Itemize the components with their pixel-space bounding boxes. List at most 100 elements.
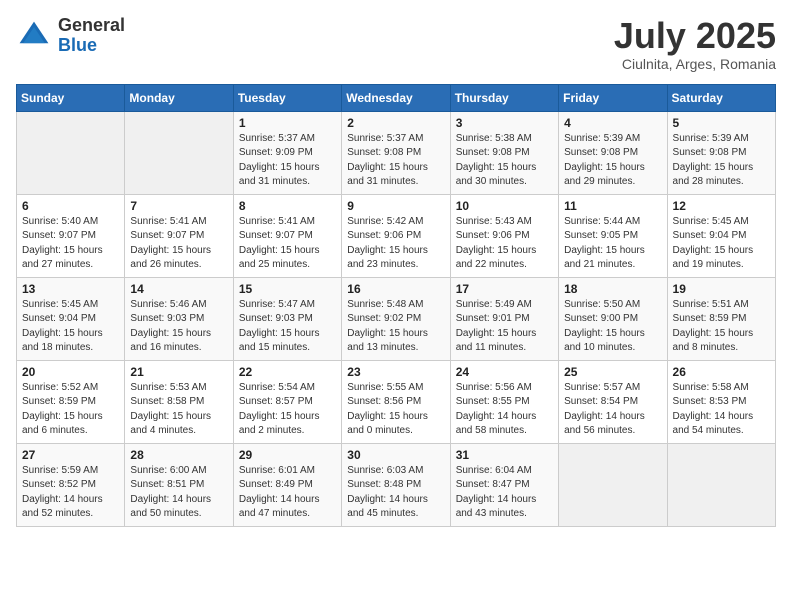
day-number: 14	[130, 282, 227, 296]
day-number: 16	[347, 282, 444, 296]
logo: General Blue	[16, 16, 125, 56]
day-number: 10	[456, 199, 553, 213]
calendar-cell: 2 Sunrise: 5:37 AM Sunset: 9:08 PM Daylig…	[342, 111, 450, 194]
calendar-cell: 19Sunrise: 5:51 AM Sunset: 8:59 PM Dayli…	[667, 277, 775, 360]
day-info: Sunrise: 5:39 AM Sunset: 9:08 PM Dayligh…	[564, 132, 661, 190]
location-subtitle: Ciulnita, Arges, Romania	[614, 56, 776, 72]
calendar-cell: 14 Sunrise: 5:46 AM Sunset: 9:03 PM Dayli…	[125, 277, 233, 360]
day-number: 11	[564, 199, 661, 213]
day-number: 21	[130, 365, 227, 379]
day-info: Sunrise: 5:44 AM Sunset: 9:05 PM Dayligh…	[564, 215, 661, 273]
day-number: 20	[22, 365, 119, 379]
day-info: Sunrise: 5:54 AM Sunset: 8:57 PM Dayligh…	[239, 381, 336, 439]
day-number: 17	[456, 282, 553, 296]
calendar-cell: 29Sunrise: 6:01 AM Sunset: 8:49 PM Dayli…	[233, 443, 341, 526]
calendar-week-row: 20 Sunrise: 5:52 AM Sunset: 8:59 PM Dayli…	[17, 360, 776, 443]
day-info: Sunrise: 5:45 AM Sunset: 9:04 PM Dayligh…	[22, 298, 119, 356]
day-number: 13	[22, 282, 119, 296]
day-number: 24	[456, 365, 553, 379]
calendar-week-row: 1 Sunrise: 5:37 AM Sunset: 9:09 PM Daylig…	[17, 111, 776, 194]
day-of-week-header: Saturday	[667, 84, 775, 111]
day-info: Sunrise: 5:43 AM Sunset: 9:06 PM Dayligh…	[456, 215, 553, 273]
day-number: 23	[347, 365, 444, 379]
calendar-week-row: 6 Sunrise: 5:40 AM Sunset: 9:07 PM Daylig…	[17, 194, 776, 277]
calendar-table: SundayMondayTuesdayWednesdayThursdayFrid…	[16, 84, 776, 527]
page-header: General Blue July 2025 Ciulnita, Arges, …	[16, 16, 776, 72]
calendar-cell: 9 Sunrise: 5:42 AM Sunset: 9:06 PM Daylig…	[342, 194, 450, 277]
day-number: 31	[456, 448, 553, 462]
day-info: Sunrise: 5:50 AM Sunset: 9:00 PM Dayligh…	[564, 298, 661, 356]
day-info: Sunrise: 5:41 AM Sunset: 9:07 PM Dayligh…	[239, 215, 336, 273]
day-number: 29	[239, 448, 336, 462]
day-number: 5	[673, 116, 770, 130]
day-number: 6	[22, 199, 119, 213]
day-of-week-header: Thursday	[450, 84, 558, 111]
calendar-cell: 12 Sunrise: 5:45 AM Sunset: 9:04 PM Dayli…	[667, 194, 775, 277]
day-number: 19	[673, 282, 770, 296]
day-info: Sunrise: 6:03 AM Sunset: 8:48 PM Dayligh…	[347, 464, 444, 522]
day-info: Sunrise: 5:47 AM Sunset: 9:03 PM Dayligh…	[239, 298, 336, 356]
day-info: Sunrise: 5:52 AM Sunset: 8:59 PM Dayligh…	[22, 381, 119, 439]
calendar-cell: 7 Sunrise: 5:41 AM Sunset: 9:07 PM Daylig…	[125, 194, 233, 277]
day-number: 12	[673, 199, 770, 213]
day-info: Sunrise: 6:00 AM Sunset: 8:51 PM Dayligh…	[130, 464, 227, 522]
day-number: 15	[239, 282, 336, 296]
calendar-cell: 27 Sunrise: 5:59 AM Sunset: 8:52 PM Dayli…	[17, 443, 125, 526]
day-number: 18	[564, 282, 661, 296]
day-number: 2	[347, 116, 444, 130]
calendar-cell	[125, 111, 233, 194]
calendar-cell: 4 Sunrise: 5:39 AM Sunset: 9:08 PM Daylig…	[559, 111, 667, 194]
calendar-cell: 3Sunrise: 5:38 AM Sunset: 9:08 PM Daylig…	[450, 111, 558, 194]
day-info: Sunrise: 5:59 AM Sunset: 8:52 PM Dayligh…	[22, 464, 119, 522]
day-info: Sunrise: 5:40 AM Sunset: 9:07 PM Dayligh…	[22, 215, 119, 273]
day-number: 22	[239, 365, 336, 379]
day-info: Sunrise: 5:42 AM Sunset: 9:06 PM Dayligh…	[347, 215, 444, 273]
day-info: Sunrise: 5:37 AM Sunset: 9:09 PM Dayligh…	[239, 132, 336, 190]
day-info: Sunrise: 5:41 AM Sunset: 9:07 PM Dayligh…	[130, 215, 227, 273]
day-info: Sunrise: 5:49 AM Sunset: 9:01 PM Dayligh…	[456, 298, 553, 356]
day-info: Sunrise: 6:04 AM Sunset: 8:47 PM Dayligh…	[456, 464, 553, 522]
calendar-cell	[559, 443, 667, 526]
calendar-cell: 13 Sunrise: 5:45 AM Sunset: 9:04 PM Dayli…	[17, 277, 125, 360]
calendar-cell: 15 Sunrise: 5:47 AM Sunset: 9:03 PM Dayli…	[233, 277, 341, 360]
day-info: Sunrise: 5:57 AM Sunset: 8:54 PM Dayligh…	[564, 381, 661, 439]
day-info: Sunrise: 5:39 AM Sunset: 9:08 PM Dayligh…	[673, 132, 770, 190]
day-info: Sunrise: 5:56 AM Sunset: 8:55 PM Dayligh…	[456, 381, 553, 439]
day-number: 30	[347, 448, 444, 462]
title-block: July 2025 Ciulnita, Arges, Romania	[614, 16, 776, 72]
day-info: Sunrise: 5:46 AM Sunset: 9:03 PM Dayligh…	[130, 298, 227, 356]
day-of-week-header: Sunday	[17, 84, 125, 111]
day-number: 1	[239, 116, 336, 130]
day-info: Sunrise: 5:53 AM Sunset: 8:58 PM Dayligh…	[130, 381, 227, 439]
calendar-cell	[17, 111, 125, 194]
day-number: 7	[130, 199, 227, 213]
day-number: 28	[130, 448, 227, 462]
day-number: 3	[456, 116, 553, 130]
calendar-cell: 22 Sunrise: 5:54 AM Sunset: 8:57 PM Dayli…	[233, 360, 341, 443]
calendar-cell	[667, 443, 775, 526]
day-number: 27	[22, 448, 119, 462]
day-info: Sunrise: 5:37 AM Sunset: 9:08 PM Dayligh…	[347, 132, 444, 190]
calendar-cell: 1 Sunrise: 5:37 AM Sunset: 9:09 PM Daylig…	[233, 111, 341, 194]
day-of-week-header: Monday	[125, 84, 233, 111]
calendar-cell: 5 Sunrise: 5:39 AM Sunset: 9:08 PM Daylig…	[667, 111, 775, 194]
day-number: 4	[564, 116, 661, 130]
logo-blue: Blue	[58, 36, 125, 56]
day-number: 9	[347, 199, 444, 213]
calendar-cell: 28 Sunrise: 6:00 AM Sunset: 8:51 PM Dayli…	[125, 443, 233, 526]
day-number: 25	[564, 365, 661, 379]
calendar-cell: 23 Sunrise: 5:55 AM Sunset: 8:56 PM Dayli…	[342, 360, 450, 443]
day-info: Sunrise: 5:45 AM Sunset: 9:04 PM Dayligh…	[673, 215, 770, 273]
calendar-cell: 30 Sunrise: 6:03 AM Sunset: 8:48 PM Dayli…	[342, 443, 450, 526]
day-number: 26	[673, 365, 770, 379]
calendar-cell: 16Sunrise: 5:48 AM Sunset: 9:02 PM Dayli…	[342, 277, 450, 360]
calendar-cell: 18 Sunrise: 5:50 AM Sunset: 9:00 PM Dayli…	[559, 277, 667, 360]
calendar-cell: 6 Sunrise: 5:40 AM Sunset: 9:07 PM Daylig…	[17, 194, 125, 277]
day-of-week-header: Wednesday	[342, 84, 450, 111]
day-number: 8	[239, 199, 336, 213]
day-info: Sunrise: 5:55 AM Sunset: 8:56 PM Dayligh…	[347, 381, 444, 439]
logo-icon	[16, 18, 52, 54]
calendar-header-row: SundayMondayTuesdayWednesdayThursdayFrid…	[17, 84, 776, 111]
day-of-week-header: Friday	[559, 84, 667, 111]
calendar-cell: 26Sunrise: 5:58 AM Sunset: 8:53 PM Dayli…	[667, 360, 775, 443]
